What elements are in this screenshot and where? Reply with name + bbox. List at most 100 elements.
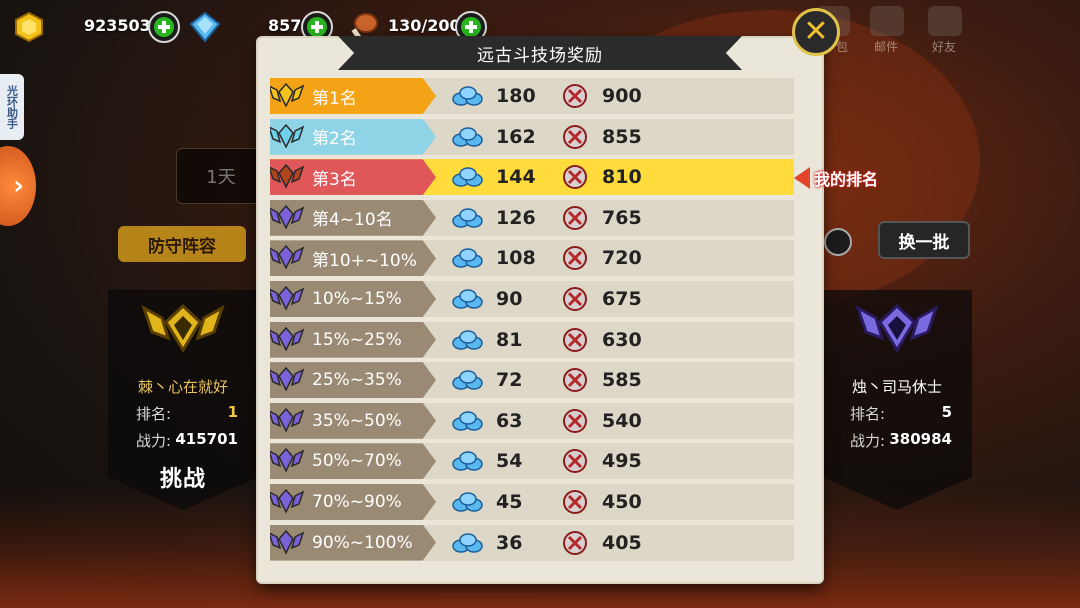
rank-range-label: 70%~90% xyxy=(270,483,436,520)
rank-range-text: 90%~100% xyxy=(312,532,413,553)
arena-coin-icon xyxy=(563,84,587,108)
add-gold-button[interactable] xyxy=(148,11,180,43)
arena-coin-icon xyxy=(563,124,587,149)
gem-reward: 45 xyxy=(436,491,540,513)
coin-reward: 675 xyxy=(540,286,642,312)
close-icon: ✕ xyxy=(803,14,829,49)
coin-amount: 765 xyxy=(602,206,642,229)
gem-reward: 72 xyxy=(436,369,540,391)
rank-emblem-icon xyxy=(270,204,304,230)
blue-gem-icon xyxy=(189,11,221,43)
coin-amount: 810 xyxy=(602,166,642,189)
arena-coin-icon xyxy=(563,449,587,474)
coin-reward: 405 xyxy=(540,530,642,556)
player-card-1[interactable]: 棘丶心在就好 排名: 1 战力: 415701 挑战 xyxy=(108,290,258,510)
rank-emblem-icon xyxy=(270,488,304,514)
player-card-2[interactable]: 烛丶司马休士 排名: 5 战力: 380984 xyxy=(822,290,972,510)
gem-value: 857 xyxy=(268,16,302,35)
rank-range-text: 10%~15% xyxy=(312,288,402,309)
coin-reward: 765 xyxy=(540,205,642,231)
mail-icon[interactable] xyxy=(870,6,904,36)
rank-range-text: 第2名 xyxy=(312,129,357,150)
player-name: 棘丶心在就好 xyxy=(137,378,228,396)
power-value: 380984 xyxy=(889,430,952,448)
gem-pile-icon xyxy=(452,492,483,512)
coin-reward: 450 xyxy=(540,489,642,515)
gem-pile-icon xyxy=(452,451,483,472)
rank-emblem-icon xyxy=(270,367,304,392)
power-value: 415701 xyxy=(175,430,238,448)
rank-range-text: 15%~25% xyxy=(312,329,402,350)
power-label: 战力: xyxy=(136,432,172,450)
stamina-value: 130/200 xyxy=(388,16,461,35)
expand-arrow-button[interactable]: › xyxy=(0,146,36,226)
refresh-opponents-button[interactable]: 换一批 xyxy=(878,221,970,259)
reward-list: 第1名 180 900 第2名 162 855 第3名 144 810 第4~10名 126 765 第… xyxy=(270,78,794,565)
rank-emblem-icon xyxy=(270,82,304,108)
gem-amount: 45 xyxy=(496,490,523,513)
rank-range-text: 第3名 xyxy=(312,169,357,190)
add-button[interactable] xyxy=(824,228,852,256)
reward-row: 50%~70% 54 495 xyxy=(270,443,794,480)
plus-icon xyxy=(307,17,327,37)
gem-pile-icon xyxy=(452,86,483,106)
gem-amount: 81 xyxy=(496,328,523,351)
coin-amount: 585 xyxy=(602,369,642,392)
rank-range-text: 第1名 xyxy=(312,88,357,109)
rank-emblem-icon xyxy=(270,407,304,433)
gem-reward: 162 xyxy=(436,126,540,148)
player-power: 战力: 415701 xyxy=(108,430,258,451)
gem-pile-icon xyxy=(452,126,483,147)
defense-lineup-button[interactable]: 防守阵容 xyxy=(118,226,246,262)
rank-emblem-icon xyxy=(855,303,939,353)
rank-emblem-icon xyxy=(270,326,304,352)
rank-range-label: 90%~100% xyxy=(270,524,436,561)
gem-amount: 144 xyxy=(496,166,536,189)
my-rank-indicator: 我的排名 xyxy=(794,165,878,191)
plus-icon xyxy=(154,17,174,37)
gem-pile-icon xyxy=(452,329,483,350)
rank-range-text: 第10+~10% xyxy=(312,250,417,271)
time-remaining: 1天 xyxy=(176,148,266,204)
coin-reward: 540 xyxy=(540,408,642,434)
rank-range-label: 10%~15% xyxy=(270,280,436,317)
arena-coin-icon xyxy=(563,165,587,190)
gem-reward: 63 xyxy=(436,410,540,432)
rank-range-label: 第2名 xyxy=(270,118,436,155)
close-button[interactable]: ✕ xyxy=(792,8,840,56)
rank-range-label: 35%~50% xyxy=(270,402,436,439)
friends-icon[interactable] xyxy=(928,6,962,36)
rank-range-text: 70%~90% xyxy=(312,491,402,512)
gem-pile-icon xyxy=(452,167,483,187)
gem-amount: 90 xyxy=(496,287,523,310)
coin-reward: 630 xyxy=(540,327,642,353)
rank-emblem-icon xyxy=(270,285,304,311)
gem-amount: 162 xyxy=(496,125,536,148)
helper-tab[interactable]: 光环助手 xyxy=(0,74,24,140)
rank-value: 1 xyxy=(227,403,238,421)
arena-coin-icon xyxy=(563,530,587,555)
coin-reward: 900 xyxy=(540,83,642,109)
coin-amount: 855 xyxy=(602,125,642,148)
gem-amount: 126 xyxy=(496,206,536,229)
chevron-right-icon: › xyxy=(13,171,24,201)
gem-pile-icon xyxy=(452,289,483,309)
rank-value: 5 xyxy=(941,403,952,421)
gem-pile-icon xyxy=(452,208,483,228)
reward-row: 25%~35% 72 585 xyxy=(270,362,794,399)
rank-range-label: 第10+~10% xyxy=(270,240,436,277)
gold-value: 923503 xyxy=(84,16,151,35)
rank-range-label: 50%~70% xyxy=(270,443,436,480)
rank-label: 排名: xyxy=(136,405,172,423)
rank-range-text: 50%~70% xyxy=(312,451,402,472)
coin-amount: 540 xyxy=(602,409,642,432)
player-rank: 排名: 1 xyxy=(108,403,258,424)
rank-range-label: 第1名 xyxy=(270,78,436,114)
coin-amount: 900 xyxy=(602,85,642,107)
reward-row: 15%~25% 81 630 xyxy=(270,321,794,358)
gem-amount: 180 xyxy=(496,85,536,107)
gem-reward: 81 xyxy=(436,329,540,351)
gem-pile-icon xyxy=(452,248,483,269)
arena-coin-icon xyxy=(563,408,587,433)
coin-reward: 855 xyxy=(540,124,642,150)
